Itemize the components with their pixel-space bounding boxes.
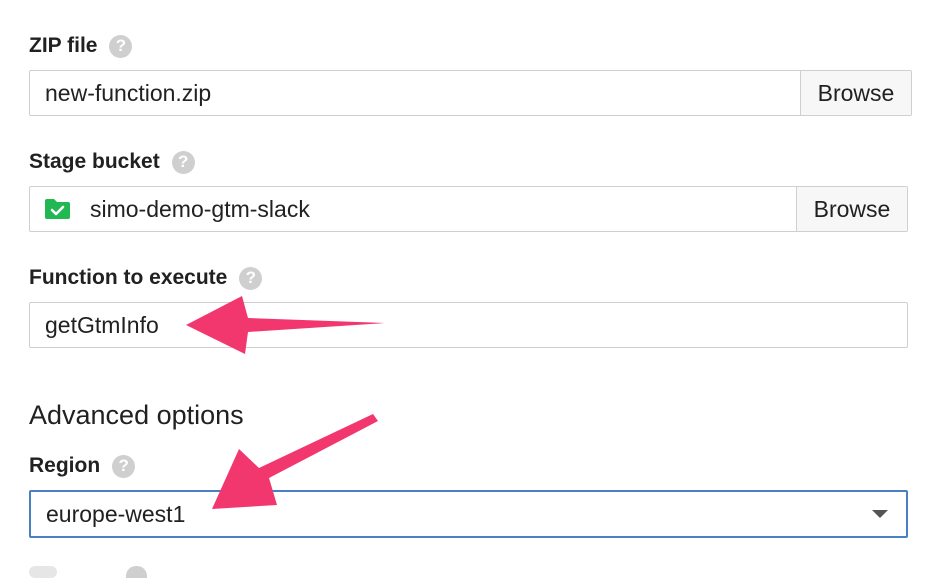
bucket-browse-button[interactable]: Browse xyxy=(796,187,907,231)
zip-file-field[interactable]: new-function.zip Browse xyxy=(29,70,912,116)
region-selected-value: europe-west1 xyxy=(46,500,186,527)
help-icon[interactable]: ? xyxy=(112,454,136,478)
help-icon[interactable]: ? xyxy=(171,150,195,174)
stage-bucket-label: Stage bucket ? xyxy=(29,147,195,177)
stage-bucket-field[interactable]: simo-demo-gtm-slack Browse xyxy=(29,186,908,232)
region-select[interactable]: europe-west1 xyxy=(29,490,908,538)
zip-file-label: ZIP file ? xyxy=(29,31,133,61)
function-label: Function to execute ? xyxy=(29,263,263,293)
zip-file-input[interactable]: new-function.zip xyxy=(30,71,800,115)
help-icon[interactable]: ? xyxy=(109,34,133,58)
function-input[interactable]: getGtmInfo xyxy=(30,303,907,347)
zip-browse-button[interactable]: Browse xyxy=(800,71,911,115)
folder-check-icon xyxy=(44,198,71,220)
stage-bucket-input[interactable]: simo-demo-gtm-slack xyxy=(71,187,796,231)
next-label-partial xyxy=(29,566,57,578)
dropdown-caret-icon[interactable] xyxy=(872,510,888,518)
advanced-options-heading: Advanced options xyxy=(29,400,244,430)
help-icon[interactable]: ? xyxy=(239,266,263,290)
region-label: Region ? xyxy=(29,451,136,481)
function-field[interactable]: getGtmInfo xyxy=(29,302,908,348)
help-icon xyxy=(126,566,147,578)
